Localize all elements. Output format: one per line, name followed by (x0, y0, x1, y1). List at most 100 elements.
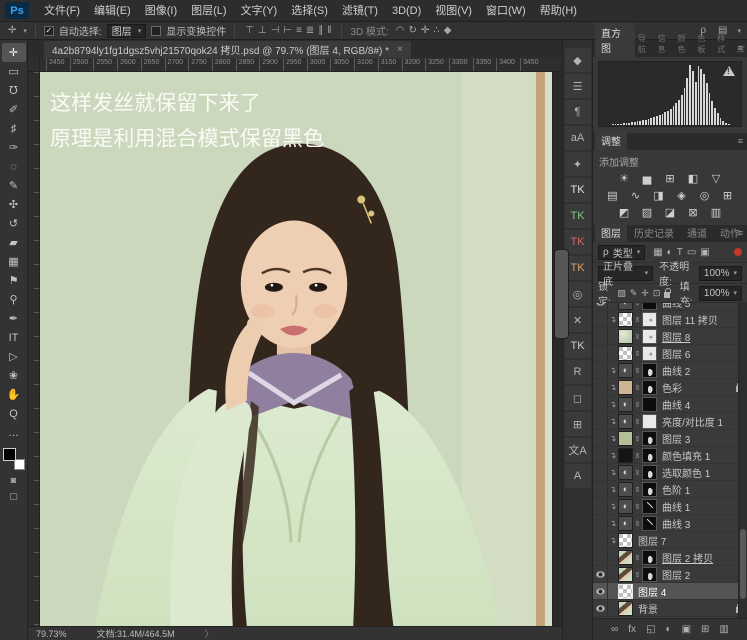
layer-mask-thumbnail[interactable] (642, 448, 657, 463)
menu-item-I[interactable]: 图像(I) (138, 0, 184, 22)
eye-cell[interactable] (593, 583, 608, 599)
layer-row[interactable]: ↴∞图层 11 拷贝 (593, 311, 747, 328)
menu-item-3DD[interactable]: 3D(D) (385, 0, 428, 22)
foreground-color-swatch[interactable] (3, 448, 16, 461)
clone-source-panel-icon[interactable]: ☰ (565, 74, 591, 98)
eraser-tool[interactable]: ▰ (2, 233, 26, 252)
layer-thumbnail[interactable] (618, 431, 633, 446)
layer-thumbnail[interactable] (618, 380, 633, 395)
mask-link-icon[interactable]: ∞ (633, 502, 642, 511)
layer-name[interactable]: 曲线 2 (662, 363, 744, 378)
tab-histogram[interactable]: 直方图 (595, 23, 635, 57)
layer-mask-thumbnail[interactable] (642, 380, 657, 395)
auto-select-checkbox[interactable]: ✓ (44, 26, 54, 36)
align-icon[interactable]: ⊢ (281, 25, 294, 36)
more-tools[interactable]: … (2, 423, 26, 442)
lock-icon[interactable]: ▨ (617, 288, 626, 299)
3d-mode-icon[interactable]: ◆ (442, 25, 454, 36)
layer-row[interactable]: ↴◐∞曲线 4 (593, 396, 747, 413)
layer-name[interactable]: 亮度/对比度 1 (662, 414, 744, 429)
adjustment-icon-channel-mixer[interactable]: ◎ (697, 189, 712, 202)
character-panel-icon[interactable]: aA (565, 126, 591, 150)
adjustment-icon-hue-saturation[interactable]: ▤ (605, 189, 620, 202)
layer-name[interactable]: 曲线 3 (662, 516, 744, 531)
menu-item-W[interactable]: 窗口(W) (479, 0, 533, 22)
mask-link-icon[interactable]: ∞ (633, 303, 642, 307)
quick-mask-icon[interactable]: ◙ (2, 472, 26, 488)
layer-mask-thumbnail[interactable] (642, 550, 657, 565)
layer-row[interactable]: ↴◐∞曲线 1 (593, 498, 747, 515)
adjustment-icon-brightness-contrast[interactable]: ☀ (617, 172, 632, 185)
3d-mode-icon[interactable]: ∴ (431, 25, 441, 36)
layer-mask-thumbnail[interactable] (642, 414, 657, 429)
eye-icon[interactable] (596, 571, 605, 578)
layer-mask-thumbnail[interactable] (642, 567, 657, 582)
mask-link-icon[interactable]: ∞ (633, 468, 642, 477)
smudge-tool[interactable]: ⚑ (2, 271, 26, 290)
opacity-dropdown[interactable]: 100% ▾ (699, 266, 742, 281)
3d-mode-icon[interactable]: ↻ (407, 25, 419, 36)
fill-dropdown[interactable]: 100% ▾ (699, 286, 742, 301)
libraries-panel-icon[interactable]: ◆ (565, 48, 591, 72)
layer-thumbnail[interactable] (618, 448, 633, 463)
filter-kind-icon[interactable]: ◐ (667, 247, 673, 258)
layer-name[interactable]: 图层 4 (638, 584, 744, 599)
layer-thumbnail[interactable]: ◐ (618, 499, 633, 514)
eye-icon[interactable] (596, 588, 605, 595)
ruler-corner[interactable] (28, 58, 40, 71)
eye-cell[interactable] (593, 303, 608, 310)
eye-cell[interactable] (593, 481, 608, 497)
adjustment-icon-color-lookup[interactable]: ⊞ (720, 189, 735, 202)
layer-name[interactable]: 图层 6 (662, 346, 744, 361)
layer-thumbnail[interactable] (618, 533, 633, 548)
status-chevron-icon[interactable]: 〉 (205, 627, 214, 640)
close-icon[interactable]: × (397, 44, 403, 55)
adjustment-icon-selective-color[interactable]: ▥ (709, 206, 724, 219)
layer-name[interactable]: 颜色填充 1 (662, 448, 744, 463)
layer-row[interactable]: ◐∞曲线 5 (593, 303, 747, 311)
layer-name[interactable]: 曲线 1 (662, 499, 744, 514)
eye-cell[interactable] (593, 498, 608, 514)
marquee-tool[interactable]: ▭ (2, 62, 26, 81)
canvas-vertical-scrollbar[interactable] (552, 72, 562, 626)
layer-thumbnail[interactable]: ◐ (618, 516, 633, 531)
zoom-tool[interactable]: Q (2, 404, 26, 423)
align-icon[interactable]: ≣ (304, 25, 316, 36)
hand-tool[interactable]: ✋ (2, 385, 26, 404)
eye-cell[interactable] (593, 549, 608, 565)
adjustment-icon-invert[interactable]: ◩ (617, 206, 632, 219)
new-group-icon[interactable]: ▣ (682, 624, 691, 635)
menu-item-Y[interactable]: 文字(Y) (234, 0, 285, 22)
layer-name[interactable]: 图层 2 (662, 567, 744, 582)
lock-icon[interactable]: ✎ (630, 288, 638, 299)
align-icon[interactable]: ‖ (325, 25, 333, 36)
layer-thumbnail[interactable]: ◐ (618, 482, 633, 497)
layer-mask-thumbnail[interactable] (642, 312, 657, 327)
layer-mask-thumbnail[interactable] (642, 465, 657, 480)
layer-mask-thumbnail[interactable] (642, 397, 657, 412)
filter-kind-icon[interactable]: ▭ (687, 247, 696, 258)
layer-mask-thumbnail[interactable] (642, 329, 657, 344)
tab-色板[interactable]: 色板 (695, 31, 714, 57)
adjustment-icon-vibrance[interactable]: ▽ (709, 172, 724, 185)
layer-row[interactable]: ↴◐∞色阶 1 (593, 481, 747, 498)
panel-menu-icon[interactable]: ≡ (738, 228, 743, 238)
menu-item-T[interactable]: 滤镜(T) (335, 0, 385, 22)
layer-effects-icon[interactable]: fx (628, 624, 636, 635)
layers-scrollbar[interactable] (738, 303, 747, 618)
gradient-tool[interactable]: ▦ (2, 252, 26, 271)
layer-mask-thumbnail[interactable] (642, 499, 657, 514)
tab-图层[interactable]: 图层 (595, 223, 627, 242)
styles-panel-icon[interactable]: A (565, 464, 591, 488)
layer-mask-thumbnail[interactable] (642, 346, 657, 361)
adjustment-icon-threshold[interactable]: ◪ (663, 206, 678, 219)
layer-row[interactable]: ∞图层 8 (593, 328, 747, 345)
add-layer-mask-icon[interactable]: ◱ (646, 624, 655, 635)
adjustment-icon-levels[interactable]: ▅ (640, 172, 655, 185)
raya-pro-panel-icon[interactable]: R (565, 360, 591, 384)
lock-icon[interactable]: ⊡ (653, 288, 661, 299)
layer-row[interactable]: ↴◐∞选取颜色 1 (593, 464, 747, 481)
menu-item-F[interactable]: 文件(F) (37, 0, 87, 22)
layer-mask-thumbnail[interactable] (642, 363, 657, 378)
lock-all-icon[interactable] (664, 292, 669, 298)
